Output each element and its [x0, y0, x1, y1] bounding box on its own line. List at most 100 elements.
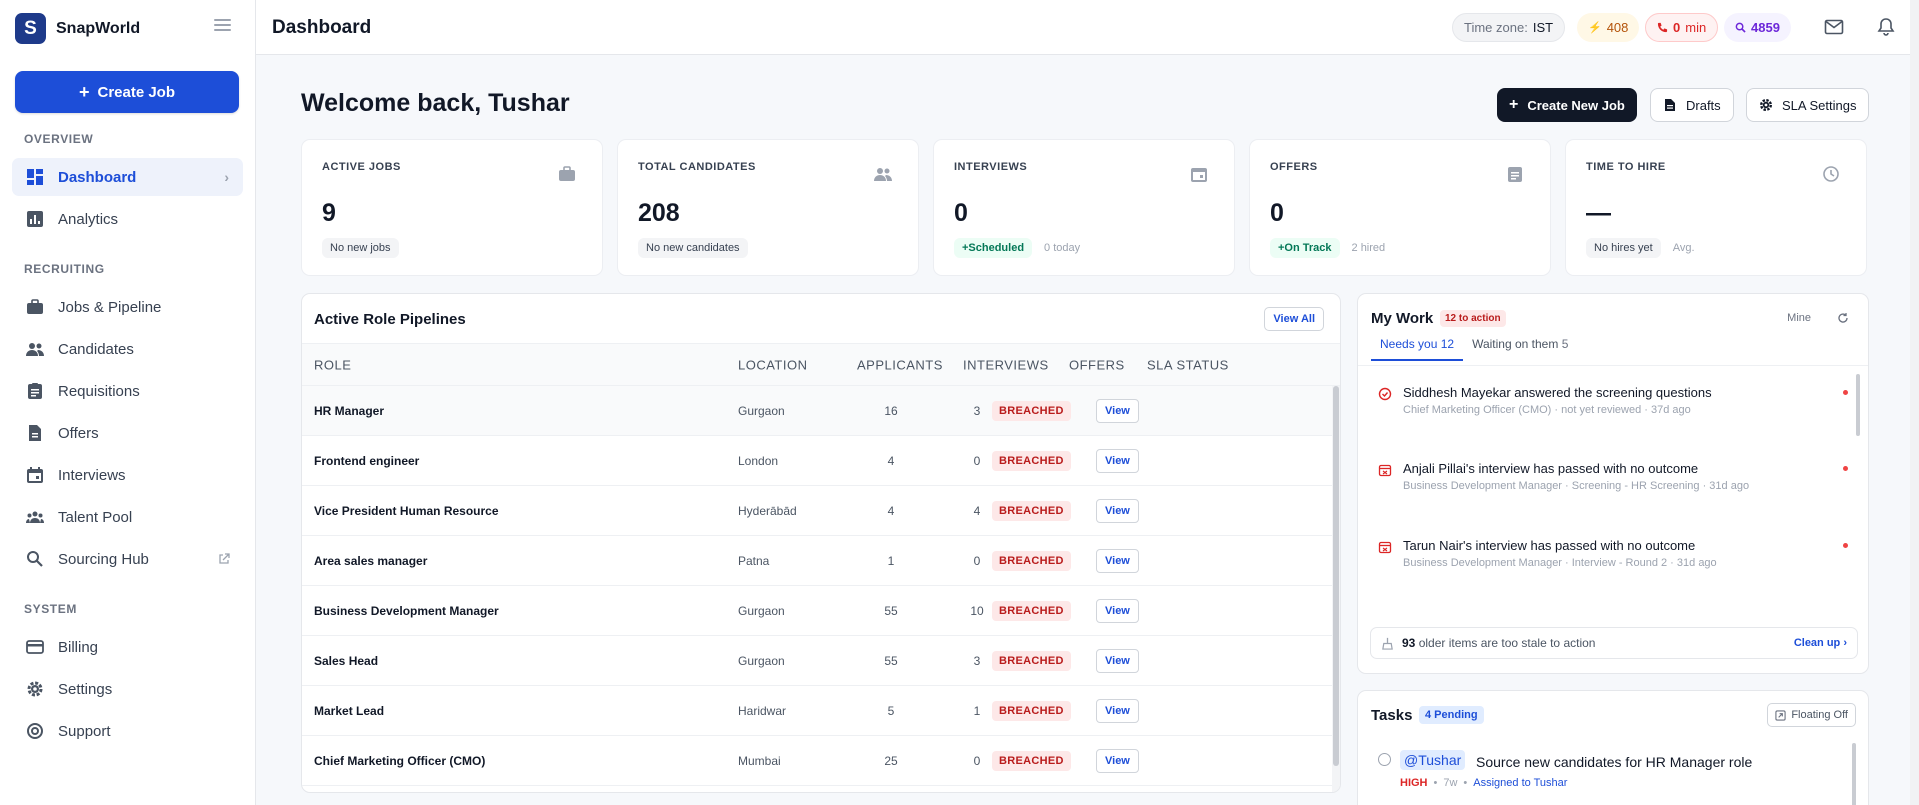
- table-row[interactable]: Business Development ManagerGurgaon55100…: [302, 586, 1334, 636]
- cell-applicants: 4: [887, 453, 895, 468]
- sidebar-item-dashboard[interactable]: Dashboard ›: [12, 158, 243, 196]
- sidebar-item-label: Sourcing Hub: [58, 550, 149, 568]
- table-row[interactable]: Frontend engineerLondon400BREACHEDView: [302, 436, 1334, 486]
- credits-pill[interactable]: ⚡ 408: [1577, 13, 1640, 42]
- page-title: Dashboard: [272, 17, 372, 38]
- drafts-button[interactable]: Drafts: [1650, 88, 1734, 122]
- sidebar-item-sourcing-hub[interactable]: Sourcing Hub: [12, 540, 243, 578]
- support-icon: [27, 723, 43, 739]
- stat-card-active-jobs[interactable]: ACTIVE JOBS 9 No new jobs: [301, 139, 603, 276]
- cell-role: Vice President Human Resource: [314, 503, 499, 518]
- sidebar-item-support[interactable]: Support: [12, 712, 243, 750]
- timezone-pill[interactable]: Time zone: IST: [1452, 13, 1566, 42]
- briefcase-icon: [27, 299, 43, 314]
- view-row-button[interactable]: View: [1096, 598, 1139, 623]
- table-row[interactable]: Area sales managerPatna100BREACHEDView: [302, 536, 1334, 586]
- stat-value: 0: [1270, 199, 1284, 227]
- document-icon: [29, 425, 41, 441]
- stat-value: 9: [322, 199, 336, 227]
- tab-needs-you[interactable]: Needs you 12: [1371, 337, 1464, 361]
- pipelines-title: Active Role Pipelines: [314, 311, 466, 328]
- column-header-sla-status[interactable]: SLA STATUS: [1147, 357, 1229, 372]
- column-header-location[interactable]: LOCATION: [738, 357, 808, 372]
- sidebar-item-requisitions[interactable]: Requisitions: [12, 372, 243, 410]
- create-job-button[interactable]: + Create Job: [15, 71, 239, 113]
- view-row-button[interactable]: View: [1096, 648, 1139, 673]
- cell-location: Mumbai: [738, 753, 781, 768]
- calendar-icon: [1191, 168, 1207, 182]
- table-row[interactable]: Chief Marketing Officer (CMO)Mumbai2500B…: [302, 736, 1334, 786]
- mine-filter[interactable]: Mine: [1787, 312, 1811, 324]
- stat-card-offers[interactable]: OFFERS 0 +On Track 2 hired: [1249, 139, 1551, 276]
- task-mention[interactable]: @Tushar: [1400, 750, 1466, 770]
- table-row[interactable]: HR ManagerGurgaon1630BREACHEDView: [302, 386, 1334, 436]
- pending-badge: 4 Pending: [1419, 706, 1484, 724]
- call-minutes-pill[interactable]: 0 min: [1645, 13, 1719, 42]
- sidebar-item-candidates[interactable]: Candidates: [12, 330, 243, 368]
- clipboard-icon: [1508, 167, 1522, 182]
- broom-icon: [1382, 637, 1393, 650]
- section-system: SYSTEM: [24, 602, 77, 616]
- view-row-button[interactable]: View: [1096, 498, 1139, 523]
- search-credits-pill[interactable]: 4859: [1724, 13, 1791, 42]
- mail-icon[interactable]: [1824, 17, 1844, 37]
- sla-settings-button[interactable]: SLA Settings: [1746, 88, 1870, 122]
- sidebar-item-offers[interactable]: Offers: [12, 414, 243, 452]
- clean-up-button[interactable]: Clean up ›: [1794, 637, 1847, 649]
- table-row[interactable]: Vice President Human Resource Hyderābād 4 4…: [302, 486, 1334, 536]
- stat-tag: No new candidates: [638, 238, 748, 258]
- task-text[interactable]: Source new candidates for HR Manager rol…: [1476, 754, 1752, 770]
- sidebar-item-talent-pool[interactable]: Talent Pool: [12, 498, 243, 536]
- dashboard-icon: [27, 169, 43, 185]
- sidebar-item-label: Dashboard: [58, 168, 137, 186]
- page-scrollbar[interactable]: [1910, 0, 1919, 805]
- view-row-button[interactable]: View: [1096, 748, 1139, 773]
- sidebar-item-jobs-pipeline[interactable]: Jobs & Pipeline: [12, 288, 243, 326]
- create-new-job-button[interactable]: + Create New Job: [1497, 88, 1637, 122]
- task-complete-checkbox[interactable]: [1378, 753, 1391, 766]
- refresh-icon[interactable]: [1837, 312, 1849, 324]
- view-row-button[interactable]: View: [1096, 548, 1139, 573]
- view-row-button[interactable]: View: [1096, 698, 1139, 723]
- section-recruiting: RECRUITING: [24, 262, 105, 276]
- stale-text: older items are too stale to action: [1418, 636, 1596, 650]
- column-header-interviews[interactable]: INTERVIEWS: [963, 357, 1049, 372]
- table-scrollbar[interactable]: [1332, 386, 1340, 792]
- table-row[interactable]: Market LeadHaridwar510BREACHEDView: [302, 686, 1334, 736]
- menu-toggle-icon[interactable]: [214, 19, 231, 33]
- column-header-role[interactable]: ROLE: [314, 357, 351, 372]
- column-header-applicants[interactable]: APPLICANTS: [857, 357, 943, 372]
- create-job-label: Create Job: [97, 83, 176, 101]
- stat-card-total-candidates[interactable]: TOTAL CANDIDATES 208 No new candidates: [617, 139, 919, 276]
- sidebar-item-billing[interactable]: Billing: [12, 628, 243, 666]
- sidebar-item-analytics[interactable]: Analytics: [12, 200, 243, 238]
- bell-icon[interactable]: [1876, 17, 1896, 37]
- task-meta: HIGH • 7w • Assigned to Tushar: [1400, 777, 1567, 789]
- column-header-offers[interactable]: OFFERS: [1069, 357, 1125, 372]
- cell-interviews: 3: [973, 403, 981, 418]
- plus-icon: +: [1509, 96, 1519, 113]
- tasks-scrollbar[interactable]: [1852, 743, 1856, 805]
- view-all-button[interactable]: View All: [1264, 307, 1324, 331]
- work-scrollbar[interactable]: [1856, 374, 1860, 436]
- stat-label: TIME TO HIRE: [1586, 161, 1666, 173]
- search-icon: [27, 551, 43, 567]
- cell-applicants: 4: [887, 503, 895, 518]
- call-minutes-value: 0: [1673, 20, 1681, 35]
- view-row-button[interactable]: View: [1096, 448, 1139, 473]
- floating-toggle-button[interactable]: Floating Off: [1767, 703, 1856, 727]
- cell-role: HR Manager: [314, 403, 385, 418]
- table-row[interactable]: Sales HeadGurgaon5530BREACHEDView: [302, 636, 1334, 686]
- create-new-job-label: Create New Job: [1527, 97, 1625, 113]
- view-row-button[interactable]: View: [1096, 398, 1139, 423]
- sidebar-item-settings[interactable]: Settings: [12, 670, 243, 708]
- stat-card-interviews[interactable]: INTERVIEWS 0 +Scheduled 0 today: [933, 139, 1235, 276]
- task-assignee[interactable]: Assigned to Tushar: [1473, 777, 1567, 789]
- tab-waiting-on-them[interactable]: Waiting on them 5: [1463, 337, 1577, 361]
- sidebar-item-interviews[interactable]: Interviews: [12, 456, 243, 494]
- stat-card-time-to-hire[interactable]: TIME TO HIRE — No hires yet Avg.: [1565, 139, 1867, 276]
- cell-role: Sales Head: [314, 653, 379, 668]
- unread-dot: [1843, 466, 1848, 471]
- brand[interactable]: S SnapWorld: [15, 13, 140, 44]
- check-circle-icon: [1378, 387, 1392, 401]
